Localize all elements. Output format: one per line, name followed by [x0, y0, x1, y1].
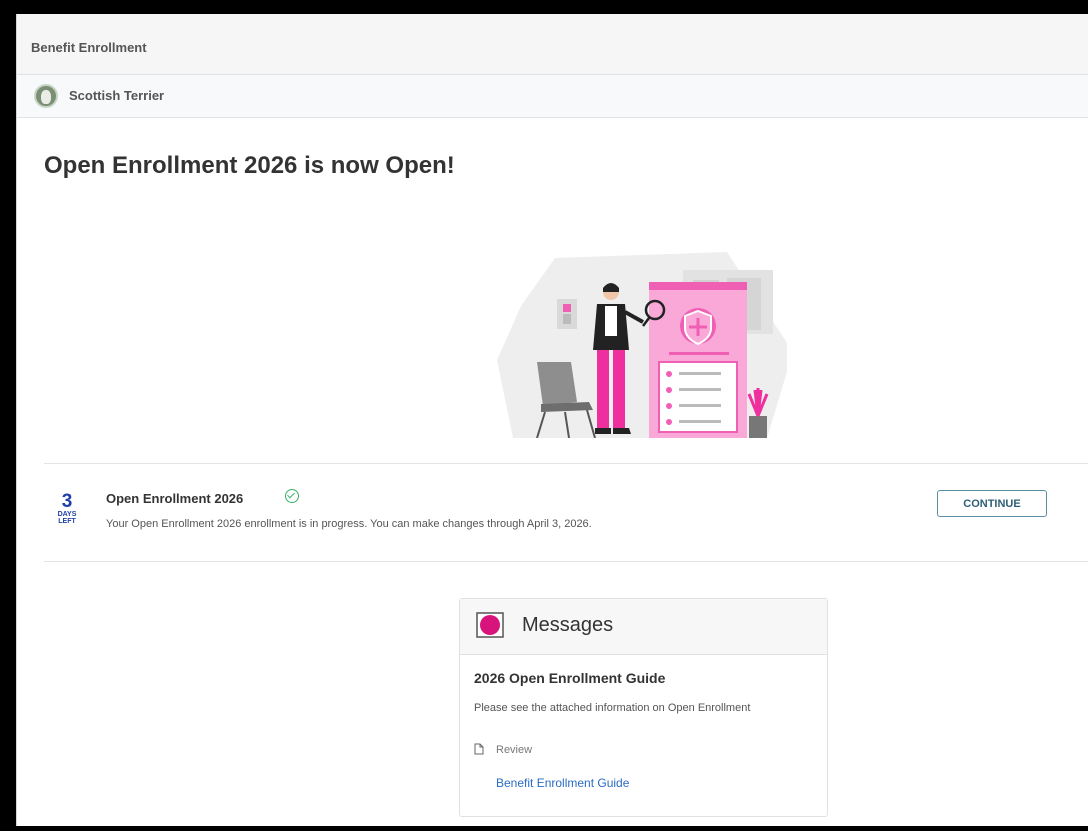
enrollment-title: Open Enrollment 2026: [106, 491, 244, 506]
messages-header: Messages: [460, 599, 827, 655]
employee-bar: Scottish Terrier: [17, 75, 1088, 118]
message-icon: [476, 612, 504, 638]
messages-heading: Messages: [522, 614, 614, 636]
message-title: 2026 Open Enrollment Guide: [474, 670, 666, 686]
app-title: Benefit Enrollment: [31, 40, 147, 55]
divider: [44, 463, 1088, 464]
days-left-number: 3: [61, 491, 73, 512]
continue-button[interactable]: CONTINUE: [937, 490, 1047, 517]
message-body: Please see the attached information on O…: [474, 702, 751, 714]
document-icon: [474, 743, 484, 755]
employee-name[interactable]: Scottish Terrier: [69, 88, 164, 103]
left-label: LEFT: [58, 518, 76, 525]
days-label: DAYS: [57, 511, 77, 518]
benefit-guide-link[interactable]: Benefit Enrollment Guide: [496, 776, 629, 790]
divider: [44, 561, 1088, 562]
review-label: Review: [496, 744, 533, 756]
app-header: Benefit Enrollment: [17, 14, 1088, 75]
check-circle-icon: [285, 489, 299, 503]
enrollment-illustration: [497, 252, 787, 438]
page-title: Open Enrollment 2026 is now Open!: [44, 152, 455, 179]
app-frame: Benefit Enrollment Scottish Terrier Open…: [16, 14, 1088, 826]
messages-card: Messages 2026 Open Enrollment Guide Plea…: [459, 598, 828, 817]
enrollment-description: Your Open Enrollment 2026 enrollment is …: [106, 518, 592, 530]
days-left-counter: 3 DAYS LEFT: [55, 492, 79, 525]
avatar[interactable]: [34, 84, 58, 108]
